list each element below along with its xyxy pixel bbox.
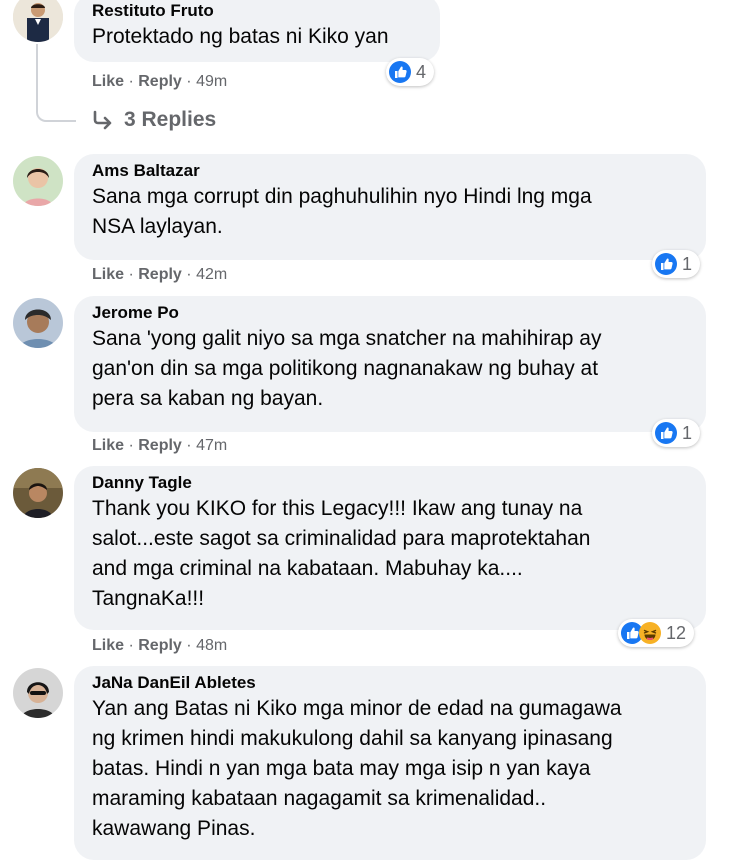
- comment-meta: Like · Reply · 47m: [92, 436, 227, 456]
- reaction-count: 1: [682, 422, 693, 443]
- comment-text: Protektado ng batas ni Kiko yan: [92, 25, 389, 48]
- reply-button[interactable]: Reply: [138, 437, 182, 454]
- like-button[interactable]: Like: [92, 73, 124, 90]
- reaction-count: 4: [416, 61, 427, 82]
- reply-button[interactable]: Reply: [138, 637, 182, 654]
- separator: ·: [186, 637, 192, 654]
- like-button[interactable]: Like: [92, 266, 124, 283]
- separator: ·: [186, 266, 192, 283]
- comment-bubble: Ams Baltazar Sana mga corrupt din paghuh…: [74, 154, 706, 260]
- comment-text: Thank you KIKO for this Legacy!!! Ikaw a…: [92, 497, 583, 520]
- comment-bubble: JaNa DanEil Abletes Yan ang Batas ni Kik…: [74, 666, 706, 860]
- separator: ·: [128, 266, 134, 283]
- comment-text: kawawang Pinas.: [92, 817, 256, 840]
- avatar[interactable]: [13, 668, 63, 718]
- comment-text: batas. Hindi n yan mga bata may mga isip…: [92, 757, 591, 780]
- like-icon: [655, 253, 677, 275]
- comment-meta: Like · Reply · 49m: [92, 72, 227, 92]
- separator: ·: [128, 637, 134, 654]
- comment-time[interactable]: 49m: [196, 73, 227, 90]
- reaction-count: 1: [682, 253, 693, 274]
- view-replies-link[interactable]: 3 Replies: [92, 108, 216, 132]
- replies-count-label: 3 Replies: [124, 108, 217, 131]
- comment-text: Yan ang Batas ni Kiko mga minor de edad …: [92, 697, 622, 720]
- separator: ·: [186, 437, 192, 454]
- comment-bubble: Restituto Fruto Protektado ng batas ni K…: [74, 0, 440, 62]
- like-button[interactable]: Like: [92, 637, 124, 654]
- reaction-summary[interactable]: 1: [652, 419, 701, 447]
- like-icon: [389, 61, 411, 83]
- like-icon: [655, 422, 677, 444]
- separator: ·: [128, 73, 134, 90]
- comment-author[interactable]: Jerome Po: [92, 302, 688, 324]
- comment-meta: Like · Reply · 48m: [92, 636, 227, 656]
- comment-bubble: Danny Tagle Thank you KIKO for this Lega…: [74, 466, 706, 630]
- avatar[interactable]: [13, 0, 63, 42]
- comment-time[interactable]: 42m: [196, 266, 227, 283]
- comment-text: and mga criminal na kabataan. Mabuhay ka…: [92, 557, 523, 580]
- comment-text: maraming kabataan nagagamit sa krimenali…: [92, 787, 547, 810]
- avatar[interactable]: [13, 468, 63, 518]
- avatar[interactable]: [13, 156, 63, 206]
- comment-text: Sana mga corrupt din paghuhulihin nyo Hi…: [92, 185, 592, 208]
- comment-meta: Like · Reply · 42m: [92, 265, 227, 285]
- comment-time[interactable]: 48m: [196, 637, 227, 654]
- comment-text: Sana 'yong galit niyo sa mga snatcher na…: [92, 327, 602, 350]
- separator: ·: [186, 73, 192, 90]
- reaction-summary[interactable]: 4: [386, 58, 435, 86]
- comment-author[interactable]: Ams Baltazar: [92, 160, 688, 182]
- comment-author[interactable]: JaNa DanEil Abletes: [92, 672, 688, 694]
- comment-text: NSA laylayan.: [92, 215, 223, 238]
- comment-bubble: Jerome Po Sana 'yong galit niyo sa mga s…: [74, 296, 706, 432]
- comment-text: pera sa kaban ng bayan.: [92, 387, 324, 410]
- separator: ·: [128, 437, 134, 454]
- comment-author[interactable]: Danny Tagle: [92, 472, 688, 494]
- avatar[interactable]: [13, 298, 63, 348]
- haha-icon: [639, 622, 661, 644]
- reply-arrow-icon: [93, 110, 112, 130]
- comment-text: TangnaKa!!!: [92, 587, 205, 610]
- comment-text: gan'on din sa mga politikong nagnanakaw …: [92, 357, 599, 380]
- reaction-summary[interactable]: 12: [618, 619, 695, 647]
- comment-text: salot...este sagot sa criminalidad para …: [92, 527, 591, 550]
- comment-text: ng krimen hindi makukulong dahil sa kany…: [92, 727, 613, 750]
- reply-thread-line: [36, 44, 76, 122]
- reaction-count: 12: [666, 622, 687, 643]
- comment-author[interactable]: Restituto Fruto: [92, 0, 422, 22]
- reply-button[interactable]: Reply: [138, 73, 182, 90]
- reply-button[interactable]: Reply: [138, 266, 182, 283]
- like-button[interactable]: Like: [92, 437, 124, 454]
- reaction-summary[interactable]: 1: [652, 250, 701, 278]
- comment-time[interactable]: 47m: [196, 437, 227, 454]
